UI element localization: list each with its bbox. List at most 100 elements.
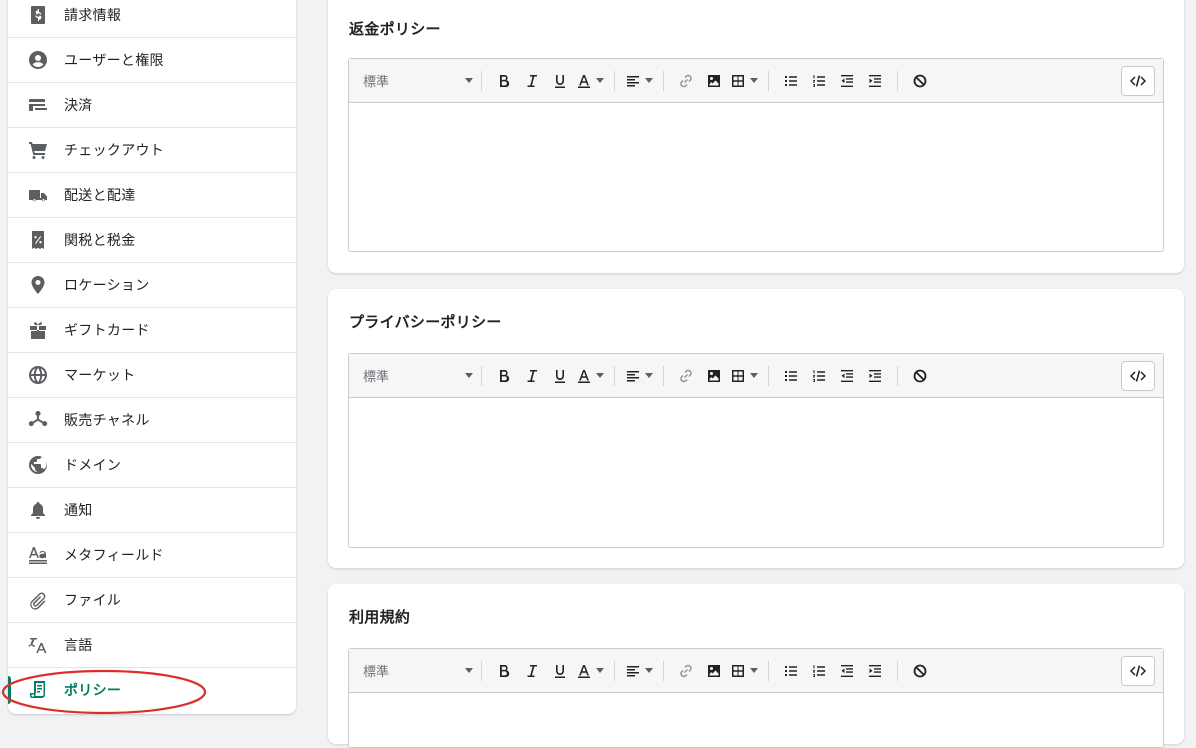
chevron-down-icon (750, 373, 758, 378)
sidebar-item-gift-cards[interactable]: ギフトカード (8, 307, 296, 352)
text-color-button[interactable] (576, 67, 604, 95)
image-button[interactable] (702, 657, 726, 685)
format-select[interactable]: 標準 (363, 661, 473, 680)
globe-icon (26, 363, 50, 387)
divider (663, 660, 664, 681)
divider (768, 660, 769, 681)
divider (481, 70, 482, 91)
divider (614, 365, 615, 386)
link-button[interactable] (674, 362, 698, 390)
bold-button[interactable] (492, 362, 516, 390)
chevron-down-icon (596, 668, 604, 673)
policy-icon (26, 678, 50, 702)
outdent-button[interactable] (835, 657, 859, 685)
rich-text-editor: 標準 (348, 648, 1164, 748)
link-button[interactable] (674, 657, 698, 685)
format-select[interactable]: 標準 (363, 71, 473, 90)
italic-button[interactable] (520, 362, 544, 390)
sidebar-item-label: 言語 (64, 638, 93, 654)
bullet-list-button[interactable] (779, 362, 803, 390)
image-button[interactable] (702, 67, 726, 95)
sidebar-item-billing[interactable]: 請求情報 (8, 0, 296, 37)
html-code-button[interactable] (1121, 656, 1155, 686)
sidebar-item-checkout[interactable]: チェックアウト (8, 127, 296, 172)
sidebar-item-label: ユーザーと権限 (64, 53, 164, 69)
underline-button[interactable] (548, 67, 572, 95)
format-select[interactable]: 標準 (363, 366, 473, 385)
indent-button[interactable] (863, 657, 887, 685)
format-select-value: 標準 (363, 75, 390, 90)
privacy-policy-card: プライバシーポリシー 標準 (328, 289, 1184, 568)
card-title: プライバシーポリシー (349, 313, 502, 331)
bold-button[interactable] (492, 67, 516, 95)
numbered-list-button[interactable] (807, 362, 831, 390)
sidebar-item-notifications[interactable]: 通知 (8, 487, 296, 532)
billing-icon (26, 3, 50, 27)
divider (663, 70, 664, 91)
card-title: 利用規約 (349, 608, 411, 626)
sidebar-item-sales-channels[interactable]: 販売チャネル (8, 397, 296, 442)
link-button[interactable] (674, 67, 698, 95)
sidebar-item-label: マーケット (64, 368, 136, 384)
outdent-button[interactable] (835, 67, 859, 95)
numbered-list-button[interactable] (807, 67, 831, 95)
sidebar-item-metafields[interactable]: メタフィールド (8, 532, 296, 577)
italic-button[interactable] (520, 657, 544, 685)
text-color-button[interactable] (576, 362, 604, 390)
outdent-button[interactable] (835, 362, 859, 390)
chevron-down-icon (596, 78, 604, 83)
user-icon (26, 48, 50, 72)
numbered-list-button[interactable] (807, 657, 831, 685)
italic-button[interactable] (520, 67, 544, 95)
card-title: 返金ポリシー (349, 20, 441, 38)
editor-content-area[interactable] (349, 398, 1163, 547)
underline-button[interactable] (548, 657, 572, 685)
terms-of-service-card: 利用規約 標準 (328, 584, 1184, 748)
sidebar-item-label: ファイル (64, 593, 122, 609)
html-code-button[interactable] (1121, 361, 1155, 391)
sidebar-item-payments[interactable]: 決済 (8, 82, 296, 127)
editor-toolbar: 標準 (349, 649, 1163, 693)
table-button[interactable] (730, 67, 758, 95)
underline-button[interactable] (548, 362, 572, 390)
indent-button[interactable] (863, 362, 887, 390)
truck-icon (26, 183, 50, 207)
sidebar-item-languages[interactable]: 言語 (8, 622, 296, 667)
bullet-list-button[interactable] (779, 657, 803, 685)
sidebar-item-policies[interactable]: ポリシー (8, 667, 296, 712)
sidebar-item-locations[interactable]: ロケーション (8, 262, 296, 307)
bullet-list-button[interactable] (779, 67, 803, 95)
chevron-down-icon (465, 668, 473, 673)
sidebar-item-domains[interactable]: ドメイン (8, 442, 296, 487)
align-button[interactable] (625, 67, 653, 95)
image-button[interactable] (702, 362, 726, 390)
sidebar-item-label: 通知 (64, 503, 93, 519)
language-icon (26, 633, 50, 657)
table-button[interactable] (730, 362, 758, 390)
clear-format-button[interactable] (908, 657, 932, 685)
sidebar-item-users[interactable]: ユーザーと権限 (8, 37, 296, 82)
sidebar-item-label: 配送と配達 (64, 188, 136, 204)
chevron-down-icon (645, 668, 653, 673)
editor-toolbar: 標準 (349, 59, 1163, 103)
html-code-button[interactable] (1121, 66, 1155, 96)
align-button[interactable] (625, 362, 653, 390)
editor-content-area[interactable] (349, 693, 1163, 747)
clear-format-button[interactable] (908, 362, 932, 390)
sidebar-item-label: 請求情報 (64, 7, 122, 24)
divider (768, 70, 769, 91)
editor-content-area[interactable] (349, 103, 1163, 251)
clear-format-button[interactable] (908, 67, 932, 95)
indent-button[interactable] (863, 67, 887, 95)
sidebar-item-taxes[interactable]: 関税と税金 (8, 217, 296, 262)
sidebar-item-markets[interactable]: マーケット (8, 352, 296, 397)
text-color-button[interactable] (576, 657, 604, 685)
format-select-value: 標準 (363, 665, 390, 680)
align-button[interactable] (625, 657, 653, 685)
divider (481, 365, 482, 386)
sidebar-item-shipping[interactable]: 配送と配達 (8, 172, 296, 217)
sidebar-item-files[interactable]: ファイル (8, 577, 296, 622)
bold-button[interactable] (492, 657, 516, 685)
metafield-icon (26, 543, 50, 567)
table-button[interactable] (730, 657, 758, 685)
